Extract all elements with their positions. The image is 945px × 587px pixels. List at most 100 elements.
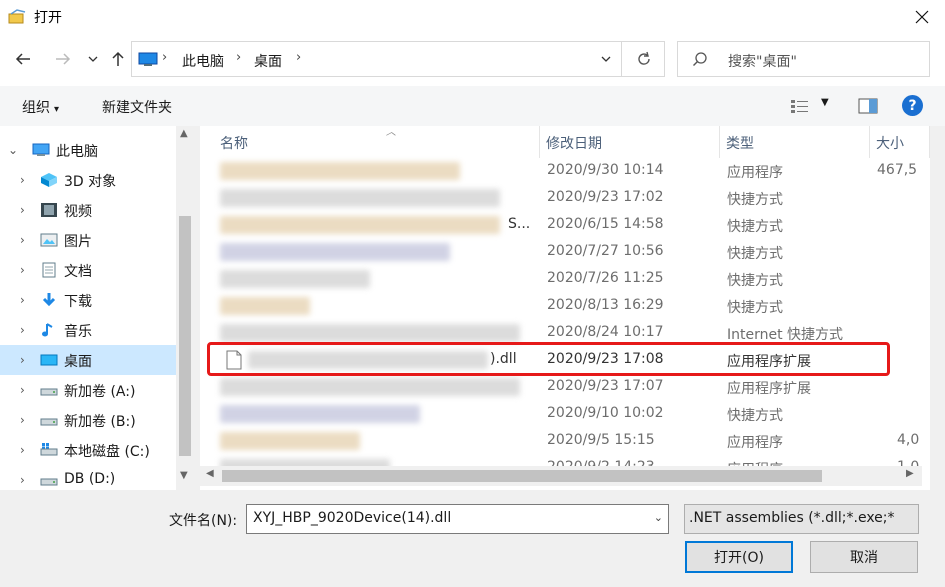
- filename-label: 文件名(N):: [169, 513, 238, 529]
- refresh-button[interactable]: [624, 42, 664, 76]
- file-row[interactable]: 2020/9/10 10:02 快捷方式: [200, 401, 930, 428]
- file-type: 快捷方式: [727, 246, 783, 262]
- sidebar-item-label: 此电脑: [56, 144, 98, 160]
- chevron-right-icon[interactable]: ›: [20, 443, 25, 457]
- filename-input[interactable]: XYJ_HBP_9020Device(14).dll ⌄: [246, 504, 669, 534]
- column-header-name[interactable]: 名称 ︿: [214, 126, 540, 158]
- file-row[interactable]: 2020/7/26 11:25 快捷方式: [200, 266, 930, 293]
- chevron-right-icon[interactable]: ›: [20, 233, 25, 247]
- close-button[interactable]: [899, 0, 945, 34]
- sort-ascending-icon: ︿: [386, 127, 396, 138]
- column-header-label: 类型: [726, 136, 754, 152]
- file-row[interactable]: 2020/9/5 15:15 应用程序 4,0: [200, 428, 930, 455]
- command-bar: 组织 ▾ 新建文件夹 ▼ ?: [0, 86, 945, 126]
- open-button[interactable]: 打开(O): [685, 541, 793, 573]
- filter-value: .NET assemblies (*.dll;*.exe;*: [689, 510, 895, 526]
- file-type: 快捷方式: [727, 192, 783, 208]
- view-options-icon[interactable]: [790, 98, 810, 114]
- file-row[interactable]: 2020/7/27 10:56 快捷方式: [200, 239, 930, 266]
- sidebar-item-3d-objects[interactable]: › 3D 对象: [0, 165, 176, 195]
- breadcrumb-this-pc[interactable]: 此电脑: [182, 51, 224, 71]
- file-type: 快捷方式: [727, 219, 783, 235]
- chevron-down-icon[interactable]: ⌄: [8, 143, 18, 157]
- video-icon: [41, 203, 57, 217]
- forward-arrow-icon: [56, 53, 71, 65]
- navigation-scrollbar[interactable]: ▲ ▼: [176, 126, 194, 490]
- drive-icon: [40, 478, 58, 486]
- drive-icon: [40, 418, 58, 426]
- organize-menu[interactable]: 组织 ▾: [22, 97, 59, 117]
- file-type-filter[interactable]: .NET assemblies (*.dll;*.exe;*: [684, 504, 919, 534]
- view-dropdown-icon[interactable]: ▼: [821, 97, 829, 108]
- file-name: S...: [508, 216, 531, 232]
- up-button[interactable]: [106, 46, 130, 72]
- help-icon[interactable]: ?: [902, 95, 923, 116]
- scroll-left-icon[interactable]: ◀: [206, 468, 214, 479]
- scroll-down-icon[interactable]: ▼: [180, 470, 188, 481]
- sidebar-item-label: 桌面: [64, 354, 92, 370]
- preview-pane-icon[interactable]: [858, 98, 878, 114]
- sidebar-item-drive-d[interactable]: › DB (D:): [0, 465, 176, 490]
- sidebar-item-drive-a[interactable]: › 新加卷 (A:): [0, 375, 176, 405]
- column-header-label: 大小: [876, 136, 904, 152]
- file-row[interactable]: 2020/8/13 16:29 快捷方式: [200, 293, 930, 320]
- column-header-type[interactable]: 类型: [720, 126, 870, 158]
- scroll-up-icon[interactable]: ▲: [180, 128, 188, 139]
- file-modified: 2020/7/27 10:56: [547, 243, 664, 259]
- chevron-right-icon[interactable]: ›: [20, 203, 25, 217]
- file-size: 467,5: [877, 162, 918, 178]
- column-header-size[interactable]: 大小: [870, 126, 930, 158]
- file-row[interactable]: 2020/9/30 10:14 应用程序 467,5: [200, 158, 930, 185]
- sidebar-item-desktop[interactable]: › 桌面: [0, 345, 176, 375]
- search-input[interactable]: 搜索"桌面": [677, 41, 930, 77]
- breadcrumb-desktop[interactable]: 桌面: [254, 51, 282, 71]
- cancel-button[interactable]: 取消: [810, 541, 918, 573]
- column-header-modified[interactable]: 修改日期: [540, 126, 720, 158]
- documents-icon: [42, 262, 56, 278]
- scroll-right-icon[interactable]: ▶: [906, 468, 914, 479]
- sidebar-item-drive-b[interactable]: › 新加卷 (B:): [0, 405, 176, 435]
- file-row[interactable]: S... 2020/6/15 14:58 快捷方式: [200, 212, 930, 239]
- sidebar-item-label: 新加卷 (B:): [64, 414, 136, 430]
- redacted-filename: [220, 324, 520, 342]
- file-row[interactable]: 2020/9/23 17:02 快捷方式: [200, 185, 930, 212]
- breadcrumb-separator[interactable]: ›: [296, 50, 301, 65]
- search-placeholder: 搜索"桌面": [728, 54, 797, 70]
- chevron-right-icon[interactable]: ›: [20, 323, 25, 337]
- file-modified: 2020/9/30 10:14: [547, 162, 664, 178]
- redacted-filename: [220, 378, 520, 396]
- address-dropdown-button[interactable]: [590, 42, 622, 76]
- new-folder-button[interactable]: 新建文件夹: [102, 97, 172, 117]
- chevron-right-icon[interactable]: ›: [20, 473, 25, 487]
- chevron-down-icon[interactable]: ⌄: [654, 511, 663, 524]
- redacted-filename: [220, 432, 360, 450]
- redacted-filename: [220, 162, 460, 180]
- back-button[interactable]: [10, 46, 36, 72]
- chevron-right-icon[interactable]: ›: [20, 263, 25, 277]
- sidebar-item-this-pc[interactable]: ⌄ 此电脑: [0, 135, 176, 165]
- sidebar-item-pictures[interactable]: › 图片: [0, 225, 176, 255]
- sidebar-item-label: 本地磁盘 (C:): [64, 444, 150, 460]
- column-header-label: 修改日期: [546, 136, 602, 152]
- scrollbar-thumb[interactable]: [222, 470, 822, 482]
- file-modified: 2020/9/23 17:07: [547, 378, 664, 394]
- chevron-right-icon[interactable]: ›: [20, 353, 25, 367]
- sidebar-item-drive-c[interactable]: › 本地磁盘 (C:): [0, 435, 176, 465]
- forward-button[interactable]: [50, 46, 76, 72]
- chevron-right-icon[interactable]: ›: [20, 293, 25, 307]
- scrollbar-thumb[interactable]: [179, 216, 191, 456]
- chevron-right-icon[interactable]: ›: [20, 383, 25, 397]
- sidebar-item-downloads[interactable]: › 下载: [0, 285, 176, 315]
- sidebar-item-videos[interactable]: › 视频: [0, 195, 176, 225]
- dropdown-arrow-icon: ▾: [54, 104, 60, 115]
- horizontal-scrollbar[interactable]: ◀ ▶: [200, 466, 922, 486]
- sidebar-item-music[interactable]: › 音乐: [0, 315, 176, 345]
- breadcrumb-separator[interactable]: ›: [236, 50, 241, 65]
- chevron-right-icon[interactable]: ›: [20, 173, 25, 187]
- chevron-right-icon[interactable]: ›: [20, 413, 25, 427]
- file-row[interactable]: 2020/9/23 17:07 应用程序扩展: [200, 374, 930, 401]
- recent-locations-button[interactable]: [84, 46, 102, 72]
- up-arrow-icon: [112, 51, 124, 66]
- sidebar-item-documents[interactable]: › 文档: [0, 255, 176, 285]
- address-bar[interactable]: › 此电脑 › 桌面 ›: [131, 41, 665, 77]
